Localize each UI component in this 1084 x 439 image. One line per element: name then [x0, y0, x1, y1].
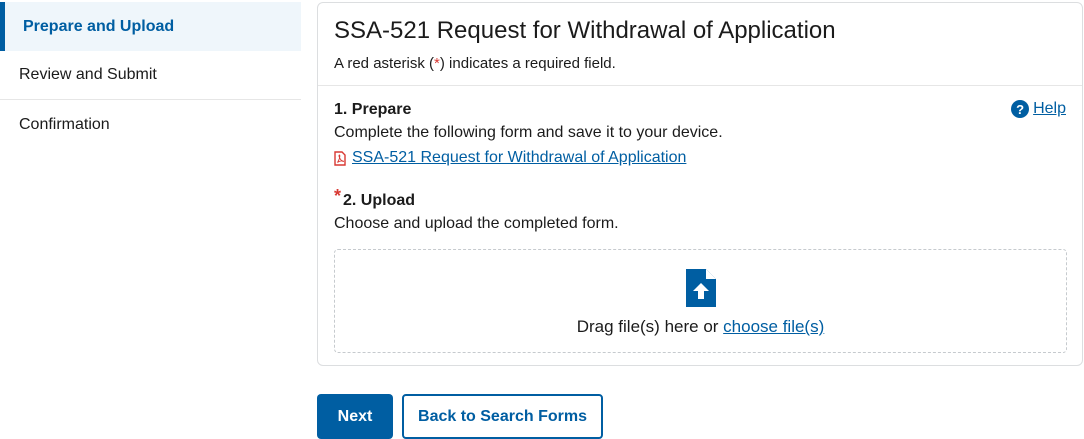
sidebar-item-prepare-and-upload[interactable]: Prepare and Upload: [0, 2, 301, 51]
sidebar-item-label: Review and Submit: [19, 66, 157, 83]
upload-section: * 2. Upload Choose and upload the complet…: [334, 186, 619, 234]
upload-title: * 2. Upload: [334, 186, 619, 211]
next-button[interactable]: Next: [317, 394, 393, 439]
help-link[interactable]: ? Help: [1011, 100, 1066, 118]
upload-text: Choose and upload the completed form.: [334, 215, 619, 232]
file-dropzone[interactable]: Drag file(s) here or choose file(s): [334, 249, 1067, 353]
sidebar-item-label: Prepare and Upload: [23, 17, 175, 35]
upload-title-label: 2. Upload: [343, 192, 416, 209]
dropzone-text: Drag file(s) here or choose file(s): [577, 317, 825, 337]
sidebar-item-review-and-submit[interactable]: Review and Submit: [0, 51, 301, 100]
required-note-suffix: ) indicates a required field.: [439, 55, 616, 72]
page-title: SSA-521 Request for Withdrawal of Applic…: [334, 17, 836, 44]
required-asterisk: *: [334, 186, 342, 206]
help-label: Help: [1033, 100, 1066, 117]
back-to-search-forms-button[interactable]: Back to Search Forms: [402, 394, 603, 439]
prepare-title: 1. Prepare: [334, 101, 412, 118]
prepare-section: 1. Prepare Complete the following form a…: [334, 100, 723, 167]
question-circle-icon: ?: [1011, 100, 1030, 118]
choose-files-link[interactable]: choose file(s): [723, 317, 824, 336]
form-card: SSA-521 Request for Withdrawal of Applic…: [317, 2, 1083, 366]
form-pdf-link[interactable]: SSA-521 Request for Withdrawal of Applic…: [334, 149, 723, 167]
required-note: A red asterisk (*) indicates a required …: [334, 55, 1066, 73]
file-pdf-icon: [334, 150, 346, 166]
prepare-text: Complete the following form and save it …: [334, 124, 723, 141]
dropzone-instruction: Drag file(s) here or: [576, 317, 724, 336]
file-upload-icon: [685, 269, 716, 307]
sidebar-item-label: Confirmation: [19, 115, 110, 133]
form-header: SSA-521 Request for Withdrawal of Applic…: [318, 3, 1082, 86]
sidebar-item-confirmation[interactable]: Confirmation: [0, 100, 301, 149]
form-pdf-link-label: SSA-521 Request for Withdrawal of Applic…: [352, 149, 687, 166]
required-note-prefix: A red asterisk (: [334, 55, 435, 72]
step-sidebar: Prepare and Upload Review and Submit Con…: [0, 2, 301, 149]
